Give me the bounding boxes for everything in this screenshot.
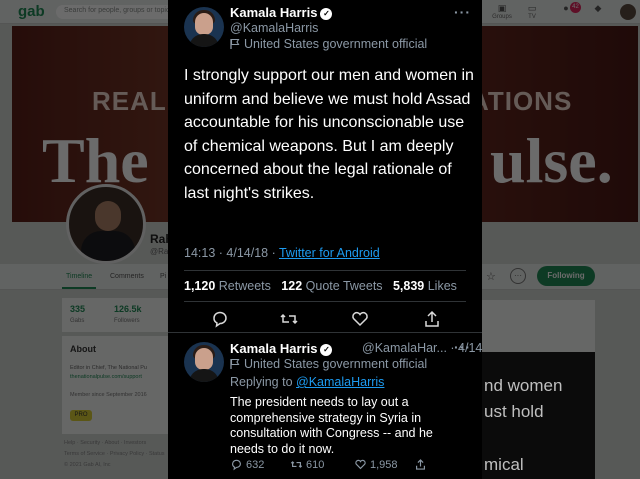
followers-label: Followers: [114, 318, 140, 324]
tweet1-more-icon[interactable]: ···: [454, 4, 471, 20]
tweet2-likes-count: 1,958: [370, 459, 398, 471]
tweet2-retweets-count: 610: [306, 459, 325, 471]
likes-stat[interactable]: 5,839 Likes: [393, 279, 457, 293]
retweets-label: Retweets: [218, 279, 271, 293]
embedded-text-line-1: nd women: [484, 376, 563, 395]
tweet2-author-name[interactable]: Kamala Harris ✓: [230, 341, 333, 356]
tweet1-body: I strongly support our men and women in …: [184, 67, 474, 202]
tweet2-replying-to: Replying to @KamalaHarris: [230, 375, 384, 389]
tweet1-source-link[interactable]: Twitter for Android: [279, 246, 380, 260]
following-button[interactable]: Following: [537, 266, 595, 286]
avatar-head-shape: [95, 201, 121, 231]
gab-stats-panel: 335 Gabs 126.5k Followers: [62, 298, 168, 332]
replying-handle-link[interactable]: @KamalaHarris: [296, 375, 384, 389]
gabs-count[interactable]: 335: [70, 304, 85, 314]
retweets-stat[interactable]: 1,120 Retweets: [184, 279, 271, 293]
tweet2-replies-count: 632: [246, 459, 265, 471]
tweet2-share-action[interactable]: [414, 458, 430, 471]
followers-count[interactable]: 126.5k: [114, 304, 142, 314]
star-icon[interactable]: ☆: [486, 270, 496, 283]
kamala-avatar[interactable]: [184, 342, 224, 382]
pro-badge: PRO: [70, 410, 92, 421]
gabs-label: Gabs: [70, 318, 85, 324]
location-icon[interactable]: ◆: [584, 3, 612, 14]
reply-icon[interactable]: [210, 309, 230, 329]
share-icon[interactable]: [422, 309, 442, 329]
flag-icon: [230, 358, 240, 369]
tweet1-time[interactable]: 14:13 · 4/14/18 ·: [184, 246, 279, 260]
gab-footer: Help · Security · About · Investors Term…: [64, 438, 168, 471]
tweet-thread: Kamala Harris ✓ @KamalaHarris United Stat…: [168, 0, 482, 479]
tab-comments[interactable]: Comments: [110, 273, 144, 280]
screenshot-stage: gab Search for people, groups or topics …: [0, 0, 640, 479]
embedded-text-line-2: ust hold: [484, 402, 544, 421]
gab-profile-handle: @Ra: [150, 247, 169, 256]
quotes-stat[interactable]: 122 Quote Tweets: [281, 279, 382, 293]
likes-count: 5,839: [392, 279, 425, 293]
tweet2-reply-action[interactable]: 632: [230, 458, 264, 471]
tweet1-handle[interactable]: @KamalaHarris: [230, 21, 318, 35]
groups-nav-icon[interactable]: ▣ Groups: [488, 3, 516, 20]
avatar-body-shape: [81, 231, 135, 261]
divider: [184, 270, 466, 271]
gab-search-input[interactable]: Search for people, groups or topics: [56, 5, 176, 19]
verified-badge-icon: ✓: [320, 344, 333, 356]
tweet-separator: [168, 332, 482, 333]
quotes-count: 122: [281, 279, 303, 293]
tweet2-name-text: Kamala Harris: [230, 341, 318, 356]
tweet2-more-icon[interactable]: ···: [454, 339, 471, 355]
footer-links-2[interactable]: Terms of Service · Privacy Policy · Stat…: [64, 449, 168, 460]
gab-about-panel: About Editor in Chief, The National Pu t…: [62, 336, 168, 434]
retweet-icon: [290, 461, 303, 468]
tweet2-like-action[interactable]: 1,958: [354, 458, 398, 471]
replying-prefix: Replying to: [230, 375, 297, 389]
verified-badge-icon: ✓: [320, 8, 333, 20]
groups-nav-label: Groups: [492, 14, 512, 20]
kamala-avatar[interactable]: [184, 7, 224, 47]
tweet2-gov-text: United States government official: [244, 357, 428, 371]
banner-text-top-right: ATIONS: [470, 86, 573, 116]
tweet2-gov-label: United States government official: [230, 357, 427, 371]
avatar-body-shape: [189, 369, 219, 382]
footer-links-1[interactable]: Help · Security · About · Investors: [64, 438, 168, 449]
tweet1-name-text: Kamala Harris: [230, 5, 318, 20]
tab-photos[interactable]: Pi: [160, 273, 166, 280]
about-link[interactable]: thenationalpulse.com/support: [70, 374, 142, 380]
likes-label: Likes: [427, 279, 457, 293]
gab-profile-avatar[interactable]: [66, 184, 146, 264]
about-title: About: [70, 344, 96, 354]
tweet1-stats: 1,120 Retweets 122 Quote Tweets 5,839 Li…: [184, 279, 457, 293]
avatar-face-shape: [195, 348, 213, 370]
member-since: Member since September 2016: [70, 392, 147, 398]
footer-copyright: © 2021 Gab AI, Inc: [64, 462, 111, 468]
tv-nav-label: TV: [528, 14, 536, 20]
active-tab-underline: [62, 287, 96, 289]
tv-nav-icon[interactable]: ▭ TV: [518, 3, 546, 20]
tweet1-gov-text: United States government official: [244, 37, 428, 51]
reply-icon: [232, 459, 241, 471]
like-icon[interactable]: [350, 309, 370, 329]
tweet1-meta: 14:13 · 4/14/18 · Twitter for Android: [184, 246, 380, 260]
like-icon: [355, 459, 366, 470]
tab-timeline[interactable]: Timeline: [66, 273, 92, 280]
avatar-face-shape: [195, 13, 213, 35]
about-bio: Editor in Chief, The National Pu: [70, 365, 147, 371]
tweet2-body: The president needs to lay out a compreh…: [230, 395, 433, 456]
tweet2-retweet-action[interactable]: 610: [290, 458, 324, 471]
retweet-icon[interactable]: [279, 309, 299, 329]
embedded-text-line-3: mical: [484, 455, 524, 474]
avatar-body-shape: [189, 34, 219, 47]
gab-account-avatar[interactable]: [620, 4, 636, 20]
gab-logo[interactable]: gab: [18, 3, 45, 20]
flag-icon: [230, 38, 240, 49]
share-icon: [416, 459, 425, 470]
divider: [184, 301, 466, 302]
banner-text-big-right: ulse.: [490, 125, 613, 196]
retweets-count: 1,120: [184, 279, 216, 293]
notification-badge: 42: [570, 2, 581, 13]
quotes-label: Quote Tweets: [305, 279, 383, 293]
tweet1-gov-label: United States government official: [230, 37, 427, 51]
more-options-icon[interactable]: ···: [510, 268, 526, 284]
tweet1-author-name[interactable]: Kamala Harris ✓: [230, 5, 333, 20]
